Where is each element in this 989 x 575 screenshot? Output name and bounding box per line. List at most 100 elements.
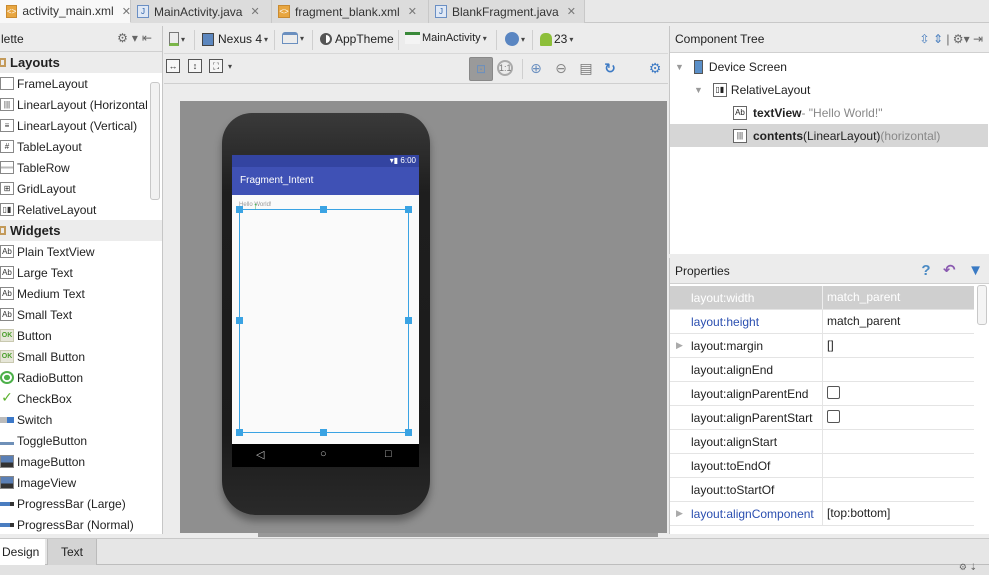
- tab-blankfragment-java[interactable]: J BlankFragment.java ✕: [429, 0, 585, 23]
- align-parent-end-checkbox[interactable]: [827, 386, 840, 400]
- reset-icon[interactable]: ↶: [943, 262, 956, 279]
- palette-item[interactable]: ImageView: [0, 472, 149, 493]
- resize-handle[interactable]: [236, 429, 243, 436]
- resize-handle[interactable]: [320, 429, 327, 436]
- property-value[interactable]: [top:bottom]: [822, 502, 974, 525]
- zoom-to-fit-button[interactable]: ⊡: [469, 57, 493, 81]
- locale-dropdown[interactable]: ▾: [505, 32, 525, 46]
- theme-button[interactable]: AppTheme: [320, 32, 394, 46]
- palette-item[interactable]: OK Small Button: [0, 346, 149, 367]
- hide-panel-icon[interactable]: ⇤: [142, 31, 156, 45]
- resize-handle[interactable]: [405, 206, 412, 213]
- tree-node-relativelayout[interactable]: ▼ ▯▮ RelativeLayout: [694, 78, 810, 101]
- palette-item[interactable]: Ab Small Text: [0, 304, 149, 325]
- tab-text[interactable]: Text: [47, 539, 97, 565]
- property-value[interactable]: match_parent: [822, 310, 974, 333]
- expand-horizontal-icon[interactable]: ↔: [166, 59, 180, 73]
- property-value[interactable]: []: [822, 334, 974, 357]
- palette-item[interactable]: FrameLayout: [0, 73, 149, 94]
- property-row[interactable]: layout:alignParentStart: [670, 406, 974, 430]
- tab-design[interactable]: Design: [0, 539, 46, 565]
- property-row[interactable]: ▶ layout:alignComponent [top:bottom]: [670, 502, 974, 526]
- help-icon[interactable]: ?: [921, 262, 930, 279]
- palette-item[interactable]: TableRow: [0, 157, 149, 178]
- gear-icon[interactable]: ⚙ ⇣: [959, 562, 977, 573]
- expand-arrow-icon[interactable]: ▶: [676, 508, 683, 519]
- activity-dropdown[interactable]: MainActivity ▾: [405, 32, 487, 44]
- palette-item[interactable]: # TableLayout: [0, 136, 149, 157]
- zoom-actual-size-button[interactable]: 1:1: [497, 60, 513, 76]
- close-icon[interactable]: ✕: [408, 5, 417, 18]
- tab-fragment-blank-xml[interactable]: <> fragment_blank.xml ✕: [272, 0, 429, 23]
- resize-handle[interactable]: [236, 317, 243, 324]
- expand-vertical-icon[interactable]: ↕: [188, 59, 202, 73]
- palette-tools[interactable]: ⚙▾⇤: [117, 31, 156, 45]
- palette-category-widgets[interactable]: Widgets: [0, 220, 162, 241]
- palette-item[interactable]: OK Button: [0, 325, 149, 346]
- palette-item[interactable]: ✓ CheckBox: [0, 388, 149, 409]
- zoom-out-icon[interactable]: ⊖: [552, 59, 570, 77]
- property-row[interactable]: layout:toEndOf: [670, 454, 974, 478]
- palette-item[interactable]: ||| LinearLayout (Horizontal: [0, 94, 149, 115]
- palette-item[interactable]: ProgressBar (Normal): [0, 514, 149, 535]
- expand-arrow-icon[interactable]: ▶: [676, 340, 683, 351]
- tree-node-device-screen[interactable]: ▼ Device Screen: [675, 55, 787, 78]
- tab-mainactivity-java[interactable]: J MainActivity.java ✕: [131, 0, 272, 23]
- property-value[interactable]: [822, 358, 974, 381]
- property-row[interactable]: layout:alignEnd: [670, 358, 974, 382]
- property-row[interactable]: layout:alignStart: [670, 430, 974, 454]
- tree-node-textview[interactable]: Ab textView - "Hello World!": [733, 101, 882, 124]
- zoom-in-icon[interactable]: ⊕: [527, 59, 545, 77]
- close-icon[interactable]: ✕: [122, 5, 131, 18]
- resize-handle[interactable]: [236, 206, 243, 213]
- property-row[interactable]: layout:height match_parent: [670, 310, 974, 334]
- property-value[interactable]: match_parent: [822, 286, 974, 309]
- tab-activity-main-xml[interactable]: <> activity_main.xml ✕: [0, 0, 131, 23]
- property-row[interactable]: layout:alignParentEnd: [670, 382, 974, 406]
- property-row[interactable]: layout:width match_parent: [670, 286, 974, 310]
- palette-category-layouts[interactable]: Layouts: [0, 52, 162, 73]
- property-row[interactable]: ▶ layout:margin []: [670, 334, 974, 358]
- property-value[interactable]: [822, 454, 974, 477]
- close-icon[interactable]: ✕: [250, 5, 259, 18]
- selected-contents-layout[interactable]: ↑: [236, 201, 412, 436]
- fit-screen-icon[interactable]: ⛶: [209, 59, 223, 73]
- palette-item[interactable]: RadioButton: [0, 367, 149, 388]
- properties-scrollbar[interactable]: [977, 285, 987, 325]
- orientation-dropdown[interactable]: ▾: [282, 32, 304, 44]
- fit-dropdown-caret[interactable]: ▾: [228, 62, 232, 71]
- tree-node-contents[interactable]: ||| contents (LinearLayout) (horizontal): [670, 124, 988, 147]
- refresh-icon[interactable]: ↻: [601, 59, 619, 77]
- close-icon[interactable]: ✕: [567, 5, 576, 18]
- expand-arrow-icon[interactable]: ▼: [675, 62, 684, 72]
- palette-item[interactable]: ▯▮ RelativeLayout: [0, 199, 149, 220]
- device-in-editor-dropdown[interactable]: ▾: [169, 32, 185, 46]
- api-level-dropdown[interactable]: 23 ▾: [540, 32, 573, 46]
- property-row[interactable]: layout:toStartOf: [670, 478, 974, 502]
- resize-handle[interactable]: [320, 206, 327, 213]
- filter-icon[interactable]: ▼: [968, 262, 983, 279]
- palette-scrollbar[interactable]: [150, 82, 160, 200]
- palette-item[interactable]: ≡ LinearLayout (Vertical): [0, 115, 149, 136]
- palette-item[interactable]: ProgressBar (Large): [0, 493, 149, 514]
- resize-handle[interactable]: [405, 429, 412, 436]
- canvas-horizontal-scrollbar[interactable]: [258, 533, 658, 537]
- resize-handle[interactable]: [405, 317, 412, 324]
- hide-panel-icon[interactable]: ⇥: [973, 32, 983, 46]
- gear-icon[interactable]: | ⚙▾: [946, 32, 969, 46]
- palette-item[interactable]: Ab Medium Text: [0, 283, 149, 304]
- collapse-all-icon[interactable]: ⇕: [933, 32, 943, 46]
- expand-arrow-icon[interactable]: ▼: [694, 85, 703, 95]
- palette-item[interactable]: ⊞ GridLayout: [0, 178, 149, 199]
- gear-icon[interactable]: ⚙▾: [117, 31, 142, 45]
- property-value[interactable]: [822, 478, 974, 501]
- palette-item[interactable]: Switch: [0, 409, 149, 430]
- expand-all-icon[interactable]: ⇳: [920, 32, 930, 46]
- palette-item[interactable]: ImageButton: [0, 451, 149, 472]
- palette-item[interactable]: ToggleButton: [0, 430, 149, 451]
- palette-item[interactable]: Ab Plain TextView: [0, 241, 149, 262]
- palette-item[interactable]: Ab Large Text: [0, 262, 149, 283]
- align-parent-start-checkbox[interactable]: [827, 410, 840, 424]
- property-value[interactable]: [822, 430, 974, 453]
- device-dropdown[interactable]: Nexus 4 ▾: [202, 32, 268, 46]
